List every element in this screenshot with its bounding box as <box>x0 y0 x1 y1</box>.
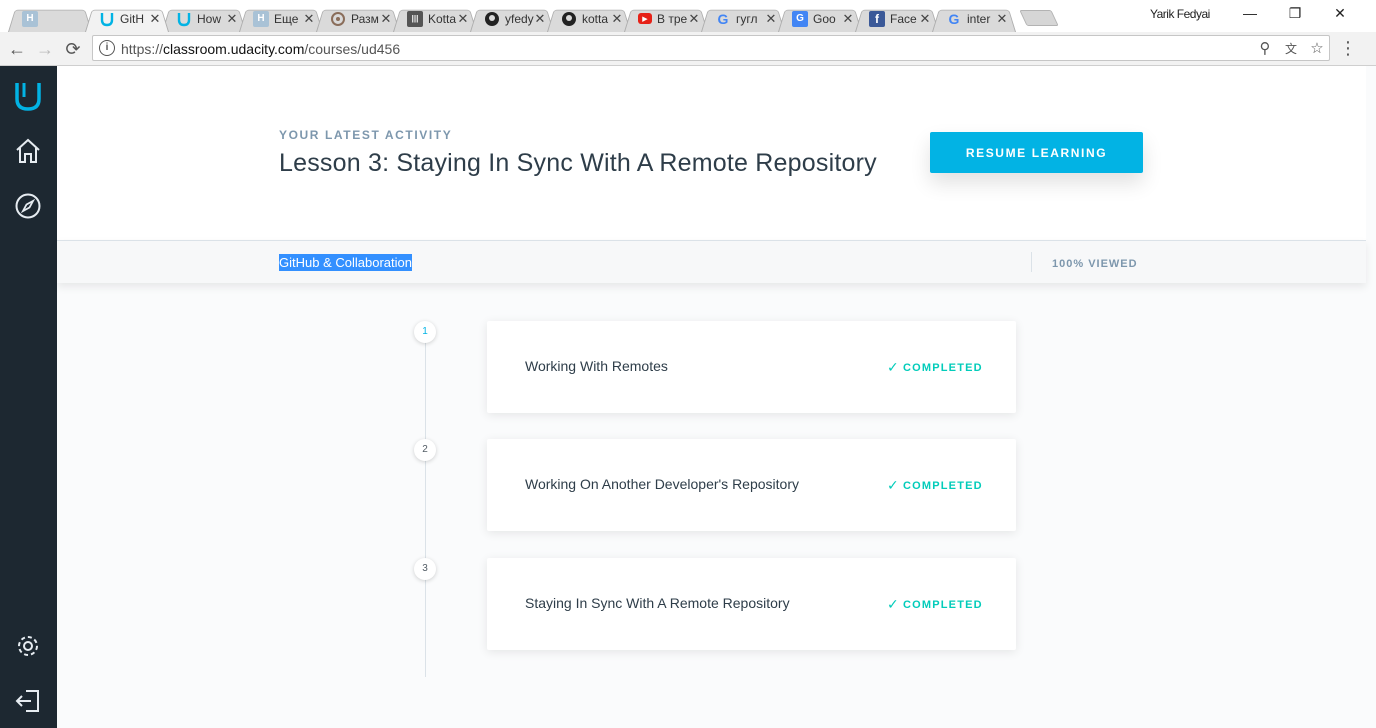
latest-activity-header: YOUR LATEST ACTIVITY Lesson 3: Staying I… <box>57 66 1366 240</box>
completed-status: ✓ COMPLETED <box>887 477 983 493</box>
tab-youtube[interactable]: ▶ В тре ✕ <box>624 5 708 32</box>
tab-yfedy[interactable]: yfedy ✕ <box>470 5 554 32</box>
tab-list: H GitH ✕ How ✕ H Еще ✕ Разм ✕ ||| Kotta … <box>8 5 1059 32</box>
sidebar-rail <box>0 66 57 728</box>
close-tab-icon[interactable]: ✕ <box>534 11 546 27</box>
completed-status: ✓ COMPLETED <box>887 596 983 612</box>
tab-label: How <box>197 11 222 26</box>
close-tab-icon[interactable]: ✕ <box>919 11 931 27</box>
info-icon[interactable]: i <box>99 40 115 56</box>
lesson-card[interactable]: Working On Another Developer's Repositor… <box>487 439 1016 531</box>
checkmark-icon: ✓ <box>887 359 900 375</box>
close-tab-icon[interactable]: ✕ <box>765 11 777 27</box>
logout-icon[interactable] <box>10 683 46 719</box>
h-favicon-icon: H <box>22 10 38 27</box>
tab-razm[interactable]: Разм ✕ <box>316 5 400 32</box>
close-window-icon[interactable]: ✕ <box>1320 3 1360 23</box>
close-tab-icon[interactable]: ✕ <box>611 11 623 27</box>
close-tab-icon[interactable]: ✕ <box>380 11 392 27</box>
tab-how[interactable]: How ✕ <box>162 5 246 32</box>
tab-label: inter <box>967 11 991 26</box>
tab-label: В тре <box>657 11 688 26</box>
tab-label: Face <box>890 11 917 26</box>
facebook-favicon-icon: f <box>869 10 885 27</box>
lesson-card[interactable]: Working With Remotes ✓ COMPLETED <box>487 321 1016 413</box>
google-favicon-icon: G <box>717 10 729 27</box>
browser-toolbar: ← → ⟳ i https://classroom.udacity.com/co… <box>0 32 1376 66</box>
latest-activity-label: YOUR LATEST ACTIVITY <box>279 128 453 142</box>
close-tab-icon[interactable]: ✕ <box>688 11 700 27</box>
course-name[interactable]: GitHub & Collaboration <box>279 254 412 271</box>
back-arrow-icon[interactable]: ← <box>4 36 30 62</box>
lesson-card-title: Working With Remotes <box>525 358 668 374</box>
tab-eshche[interactable]: H Еще ✕ <box>239 5 323 32</box>
browser-tab-strip: H GitH ✕ How ✕ H Еще ✕ Разм ✕ ||| Kotta … <box>0 0 1376 32</box>
home-icon[interactable] <box>10 133 46 169</box>
step-number: 3 <box>414 558 436 580</box>
tab-inter[interactable]: G inter ✕ <box>932 5 1016 32</box>
timeline-line <box>425 330 426 677</box>
udacity-logo-icon[interactable] <box>10 78 46 114</box>
restore-icon[interactable]: ❐ <box>1275 3 1315 23</box>
google-translate-favicon-icon: G <box>792 10 808 27</box>
course-bar: GitHub & Collaboration 100% VIEWED <box>57 240 1366 283</box>
circle-favicon-icon <box>330 11 346 27</box>
tab-label: Goo <box>813 11 836 26</box>
profile-name[interactable]: Yarik Fedyai <box>1150 7 1210 21</box>
tab-label: Разм <box>351 11 379 26</box>
reload-icon[interactable]: ⟳ <box>60 36 86 62</box>
minimize-icon[interactable]: — <box>1230 3 1270 23</box>
close-tab-icon[interactable]: ✕ <box>226 11 238 27</box>
close-tab-icon[interactable]: ✕ <box>842 11 854 27</box>
resume-learning-button[interactable]: RESUME LEARNING <box>930 132 1143 173</box>
google-favicon-icon: G <box>948 10 960 27</box>
tab-label: kotta <box>582 11 609 26</box>
checkmark-icon: ✓ <box>887 477 900 493</box>
settings-gear-icon[interactable] <box>10 628 46 664</box>
divider <box>1031 252 1032 272</box>
url-text[interactable]: https://classroom.udacity.com/courses/ud… <box>121 41 400 57</box>
tab-h[interactable]: H <box>8 5 92 32</box>
close-tab-icon[interactable]: ✕ <box>996 11 1008 27</box>
youtube-favicon-icon: ▶ <box>638 13 652 24</box>
address-bar[interactable]: i https://classroom.udacity.com/courses/… <box>92 35 1330 61</box>
lesson-card[interactable]: Staying In Sync With A Remote Repository… <box>487 558 1016 650</box>
checkmark-icon: ✓ <box>887 596 900 612</box>
translate-icon[interactable]: ⽂ <box>1281 39 1301 59</box>
new-tab-button[interactable] <box>1019 10 1059 26</box>
tab-github-active[interactable]: GitH ✕ <box>85 5 169 32</box>
tab-label: гугл <box>736 11 758 26</box>
kotta-favicon-icon: ||| <box>407 10 423 27</box>
h-favicon-icon: H <box>253 10 269 27</box>
forward-arrow-icon[interactable]: → <box>32 36 58 62</box>
bookmark-star-icon[interactable]: ☆ <box>1307 39 1327 59</box>
step-number: 2 <box>414 439 436 461</box>
zoom-icon[interactable]: ⚲ <box>1255 39 1275 59</box>
lesson-title[interactable]: Lesson 3: Staying In Sync With A Remote … <box>279 149 877 178</box>
tab-kotta[interactable]: ||| Kotta ✕ <box>393 5 477 32</box>
close-tab-icon[interactable]: ✕ <box>457 11 469 27</box>
github-favicon-icon <box>484 11 500 27</box>
viewed-progress: 100% VIEWED <box>1052 258 1138 270</box>
tab-kotta-github[interactable]: kotta ✕ <box>547 5 631 32</box>
tab-label: GitH <box>120 11 144 26</box>
tab-facebook[interactable]: f Face ✕ <box>855 5 939 32</box>
step-number: 1 <box>414 321 436 343</box>
compass-icon[interactable] <box>10 188 46 224</box>
close-tab-icon[interactable]: ✕ <box>149 11 161 27</box>
tab-label: Еще <box>274 11 299 26</box>
udacity-favicon-icon <box>176 11 192 27</box>
lesson-card-title: Working On Another Developer's Repositor… <box>525 476 799 492</box>
udacity-favicon-icon <box>99 11 115 27</box>
lesson-card-title: Staying In Sync With A Remote Repository <box>525 595 790 611</box>
tab-label: yfedy <box>505 11 534 26</box>
github-favicon-icon <box>561 11 577 27</box>
tab-label: Kotta <box>428 11 457 26</box>
browser-menu-icon[interactable]: ⋮ <box>1338 38 1358 58</box>
close-tab-icon[interactable]: ✕ <box>303 11 315 27</box>
tab-google-translate[interactable]: G Goo ✕ <box>778 5 862 32</box>
tab-google[interactable]: G гугл ✕ <box>701 5 785 32</box>
completed-status: ✓ COMPLETED <box>887 359 983 375</box>
